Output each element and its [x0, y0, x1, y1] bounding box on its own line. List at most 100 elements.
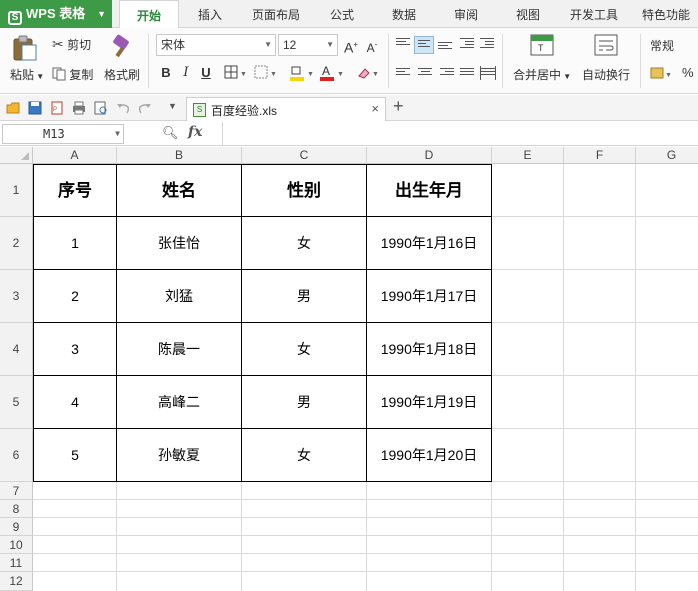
spreadsheet-grid[interactable]: A B C D E F G 1 2 3 4 5 6 7 8 9 10 11 12…	[0, 147, 698, 591]
row-header-8[interactable]: 8	[0, 500, 33, 518]
bold-icon[interactable]: B	[158, 64, 174, 82]
cut-button[interactable]: ✂ 剪切	[52, 36, 91, 53]
currency-button[interactable]: ▼	[650, 65, 672, 84]
align-bottom-icon[interactable]	[438, 42, 452, 54]
row-header-7[interactable]: 7	[0, 482, 33, 500]
table-cell[interactable]: 女	[242, 217, 366, 269]
table-cell[interactable]: 1990年1月17日	[367, 270, 491, 322]
table-cell[interactable]: 1990年1月19日	[367, 376, 491, 428]
open-folder-icon[interactable]	[6, 101, 20, 115]
number-format-select[interactable]: 常规	[650, 37, 674, 54]
table-cell[interactable]: 高峰二	[117, 376, 241, 428]
column-header-a[interactable]: A	[33, 147, 117, 164]
search-function-icon[interactable]: 🔍︎	[162, 125, 179, 141]
borders-icon[interactable]: ▼	[222, 64, 248, 82]
justify-icon[interactable]	[460, 68, 474, 80]
wps-app-menu-button[interactable]: S WPS 表格 ▼	[0, 0, 112, 28]
clear-format-icon[interactable]: ▼	[356, 64, 382, 82]
table-cell[interactable]: 4	[34, 376, 116, 428]
export-pdf-icon[interactable]: P	[50, 101, 64, 115]
undo-icon[interactable]	[116, 101, 130, 115]
tab-insert[interactable]: 插入	[186, 0, 234, 28]
increase-font-icon[interactable]: A+	[343, 36, 359, 56]
table-cell[interactable]: 1990年1月18日	[367, 323, 491, 375]
tab-review[interactable]: 审阅	[444, 0, 488, 28]
row-header-12[interactable]: 12	[0, 572, 33, 591]
save-icon[interactable]	[28, 101, 42, 115]
close-tab-icon[interactable]: ×	[371, 101, 379, 116]
cell-style-icon[interactable]: ▼	[252, 64, 278, 82]
row-header-5[interactable]: 5	[0, 376, 33, 429]
table-header-cell[interactable]: 姓名	[117, 165, 241, 216]
name-box[interactable]: M13 ▼	[2, 124, 124, 144]
table-cell[interactable]: 孙敏夏	[117, 429, 241, 481]
align-right-icon[interactable]	[440, 68, 454, 80]
table-cell[interactable]: 1990年1月16日	[367, 217, 491, 269]
tab-view[interactable]: 视图	[506, 0, 550, 28]
align-middle-icon[interactable]	[414, 36, 434, 54]
decrease-indent-icon[interactable]	[460, 38, 474, 50]
decrease-font-icon[interactable]: A-	[364, 36, 380, 55]
table-cell[interactable]: 刘猛	[117, 270, 241, 322]
redo-icon[interactable]	[138, 101, 152, 115]
table-header-cell[interactable]: 性别	[242, 165, 366, 216]
tab-formulas[interactable]: 公式	[320, 0, 364, 28]
column-header-g[interactable]: G	[636, 147, 698, 164]
row-header-6[interactable]: 6	[0, 429, 33, 482]
file-tab[interactable]: S 百度经验.xls ×	[186, 97, 386, 121]
row-header-3[interactable]: 3	[0, 270, 33, 323]
font-name-select[interactable]: 宋体 ▼	[156, 34, 276, 56]
row-header-10[interactable]: 10	[0, 536, 33, 554]
new-tab-icon[interactable]: +	[393, 96, 404, 117]
print-preview-icon[interactable]	[94, 101, 108, 115]
tab-data[interactable]: 数据	[382, 0, 426, 28]
column-header-f[interactable]: F	[564, 147, 636, 164]
percent-button[interactable]: %	[682, 65, 694, 80]
table-cell[interactable]: 2	[34, 270, 116, 322]
column-header-e[interactable]: E	[492, 147, 564, 164]
table-cell[interactable]: 3	[34, 323, 116, 375]
tab-page-layout[interactable]: 页面布局	[244, 0, 308, 28]
row-header-1[interactable]: 1	[0, 164, 33, 217]
align-left-icon[interactable]	[396, 68, 410, 80]
column-header-d[interactable]: D	[367, 147, 492, 164]
table-header-cell[interactable]: 出生年月	[367, 165, 491, 216]
table-cell[interactable]: 女	[242, 429, 366, 481]
table-cell[interactable]: 男	[242, 376, 366, 428]
formula-input[interactable]	[222, 122, 698, 146]
row-header-2[interactable]: 2	[0, 217, 33, 270]
tab-home[interactable]: 开始	[119, 0, 179, 29]
print-icon[interactable]	[72, 101, 86, 115]
table-cell[interactable]: 1990年1月20日	[367, 429, 491, 481]
copy-button[interactable]: 复制	[52, 66, 93, 83]
tab-developer[interactable]: 开发工具	[562, 0, 626, 28]
align-top-icon[interactable]	[396, 38, 410, 50]
row-header-11[interactable]: 11	[0, 554, 33, 572]
wrap-text-button[interactable]	[594, 34, 618, 59]
paste-button[interactable]	[10, 34, 40, 62]
format-painter-button[interactable]	[108, 34, 138, 62]
row-header-9[interactable]: 9	[0, 518, 33, 536]
distributed-align-icon[interactable]	[480, 66, 496, 80]
paste-label[interactable]: 粘贴 ▼	[10, 66, 44, 83]
column-header-c[interactable]: C	[242, 147, 367, 164]
column-header-b[interactable]: B	[117, 147, 242, 164]
insert-function-icon[interactable]: fx	[188, 124, 202, 140]
select-all-corner[interactable]	[0, 147, 33, 164]
fill-color-icon[interactable]: ▼	[288, 64, 316, 82]
customize-quick-access-icon[interactable]: ▼	[168, 101, 177, 111]
align-center-icon[interactable]	[418, 68, 432, 80]
font-color-icon[interactable]: A ▼	[318, 64, 346, 82]
tab-features[interactable]: 特色功能	[634, 0, 698, 28]
increase-indent-icon[interactable]	[480, 38, 494, 50]
table-cell[interactable]: 男	[242, 270, 366, 322]
table-cell[interactable]: 陈晨一	[117, 323, 241, 375]
table-cell[interactable]: 5	[34, 429, 116, 481]
merge-center-button[interactable]: T	[530, 34, 554, 59]
underline-icon[interactable]: U	[198, 64, 214, 82]
merge-center-label[interactable]: 合并居中 ▼	[513, 66, 571, 83]
table-cell[interactable]: 1	[34, 217, 116, 269]
table-header-cell[interactable]: 序号	[34, 165, 116, 216]
table-cell[interactable]: 女	[242, 323, 366, 375]
italic-icon[interactable]: I	[178, 64, 194, 82]
